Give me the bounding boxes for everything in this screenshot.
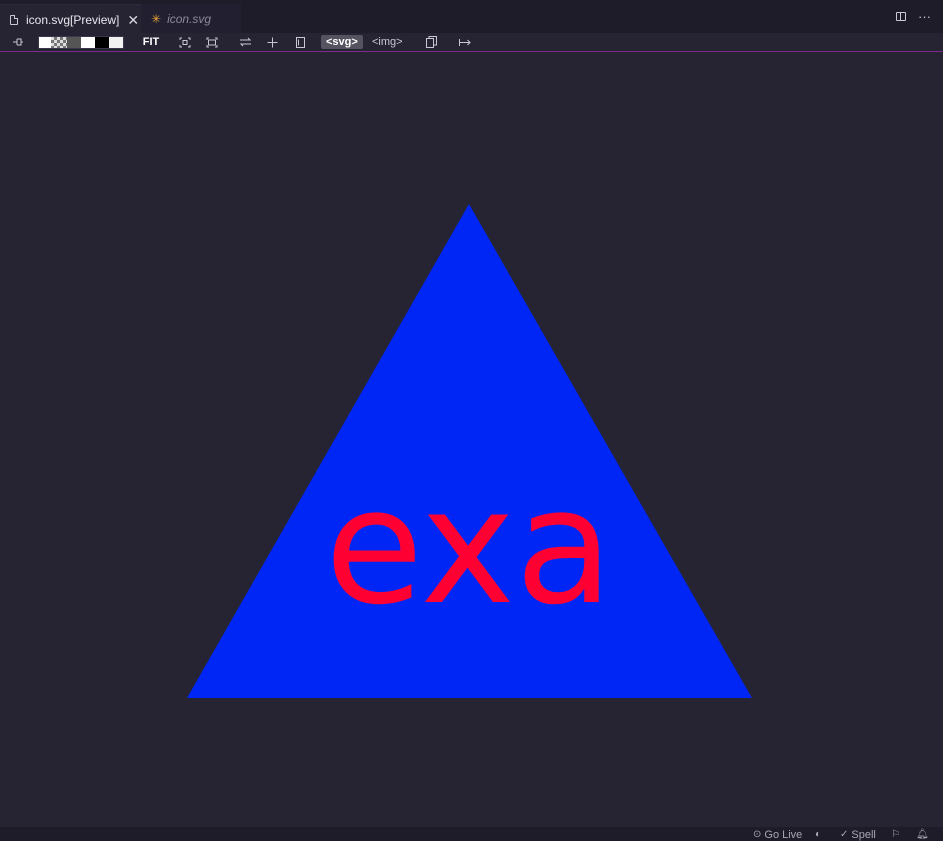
editor-actions: ··· (896, 10, 931, 23)
arrow-right-to-bar-icon[interactable] (456, 35, 474, 49)
tab-label: icon.svg[Preview] (26, 12, 120, 27)
feedback-button[interactable]: ⚐ (891, 828, 900, 841)
pin-icon[interactable] (10, 35, 26, 49)
zoom-fit-icon[interactable] (177, 35, 193, 49)
swap-icon[interactable] (237, 35, 253, 49)
document-icon[interactable] (292, 35, 308, 49)
preview-canvas[interactable]: exa (0, 53, 943, 827)
img-tab-button[interactable]: <img> (372, 35, 403, 49)
split-editor-icon[interactable] (896, 12, 906, 21)
preview-toolbar: FIT <svg> <img> (0, 33, 943, 52)
broadcast-icon: ⊙ (753, 828, 762, 840)
copy-icon[interactable] (423, 35, 439, 49)
status-bar: ⊙ Go Live ◐ ✓ Spell ⚐ 🔔︎ (0, 827, 943, 841)
file-icon (10, 14, 18, 25)
asterisk-icon: ✳ (151, 12, 162, 26)
fit-button[interactable]: FIT (141, 35, 161, 49)
svg-tab-button[interactable]: <svg> (321, 35, 363, 49)
editor-window: icon.svg[Preview] ✕ ✳ icon.svg ··· FIT <… (0, 0, 943, 841)
go-live-label: Go Live (764, 828, 803, 841)
bell-icon: 🔔︎ (916, 828, 929, 840)
swatch-white[interactable] (39, 37, 51, 48)
tab-icon-svg-source[interactable]: ✳ icon.svg (141, 4, 241, 34)
spell-label: Spell (851, 828, 876, 841)
theme-toggle[interactable]: ◐ (815, 828, 821, 841)
tab-label: icon.svg (167, 12, 212, 26)
svg-preview: exa (187, 204, 752, 698)
triangle-text: exa (325, 453, 613, 640)
swatch-black[interactable] (95, 37, 109, 48)
swatch-checker[interactable] (51, 37, 67, 48)
swatch-gray[interactable] (67, 37, 81, 48)
spell-button[interactable]: ✓ Spell (840, 828, 876, 841)
tab-bar: icon.svg[Preview] ✕ ✳ icon.svg ··· (0, 0, 943, 34)
swatch-light[interactable] (109, 37, 123, 48)
spell-check-icon: ✓ (840, 828, 849, 840)
add-icon[interactable] (264, 35, 280, 49)
feedback-icon: ⚐ (891, 828, 900, 840)
background-swatches (38, 36, 124, 49)
tab-icon-svg-preview[interactable]: icon.svg[Preview] ✕ (0, 4, 141, 34)
notifications-button[interactable]: 🔔︎ (916, 828, 929, 841)
contrast-icon: ◐ (815, 828, 822, 840)
more-actions-icon[interactable]: ··· (918, 10, 931, 23)
go-live-button[interactable]: ⊙ Go Live (753, 828, 802, 841)
actual-size-icon[interactable] (204, 35, 220, 49)
swatch-white-2[interactable] (81, 37, 95, 48)
close-icon[interactable]: ✕ (127, 13, 139, 27)
